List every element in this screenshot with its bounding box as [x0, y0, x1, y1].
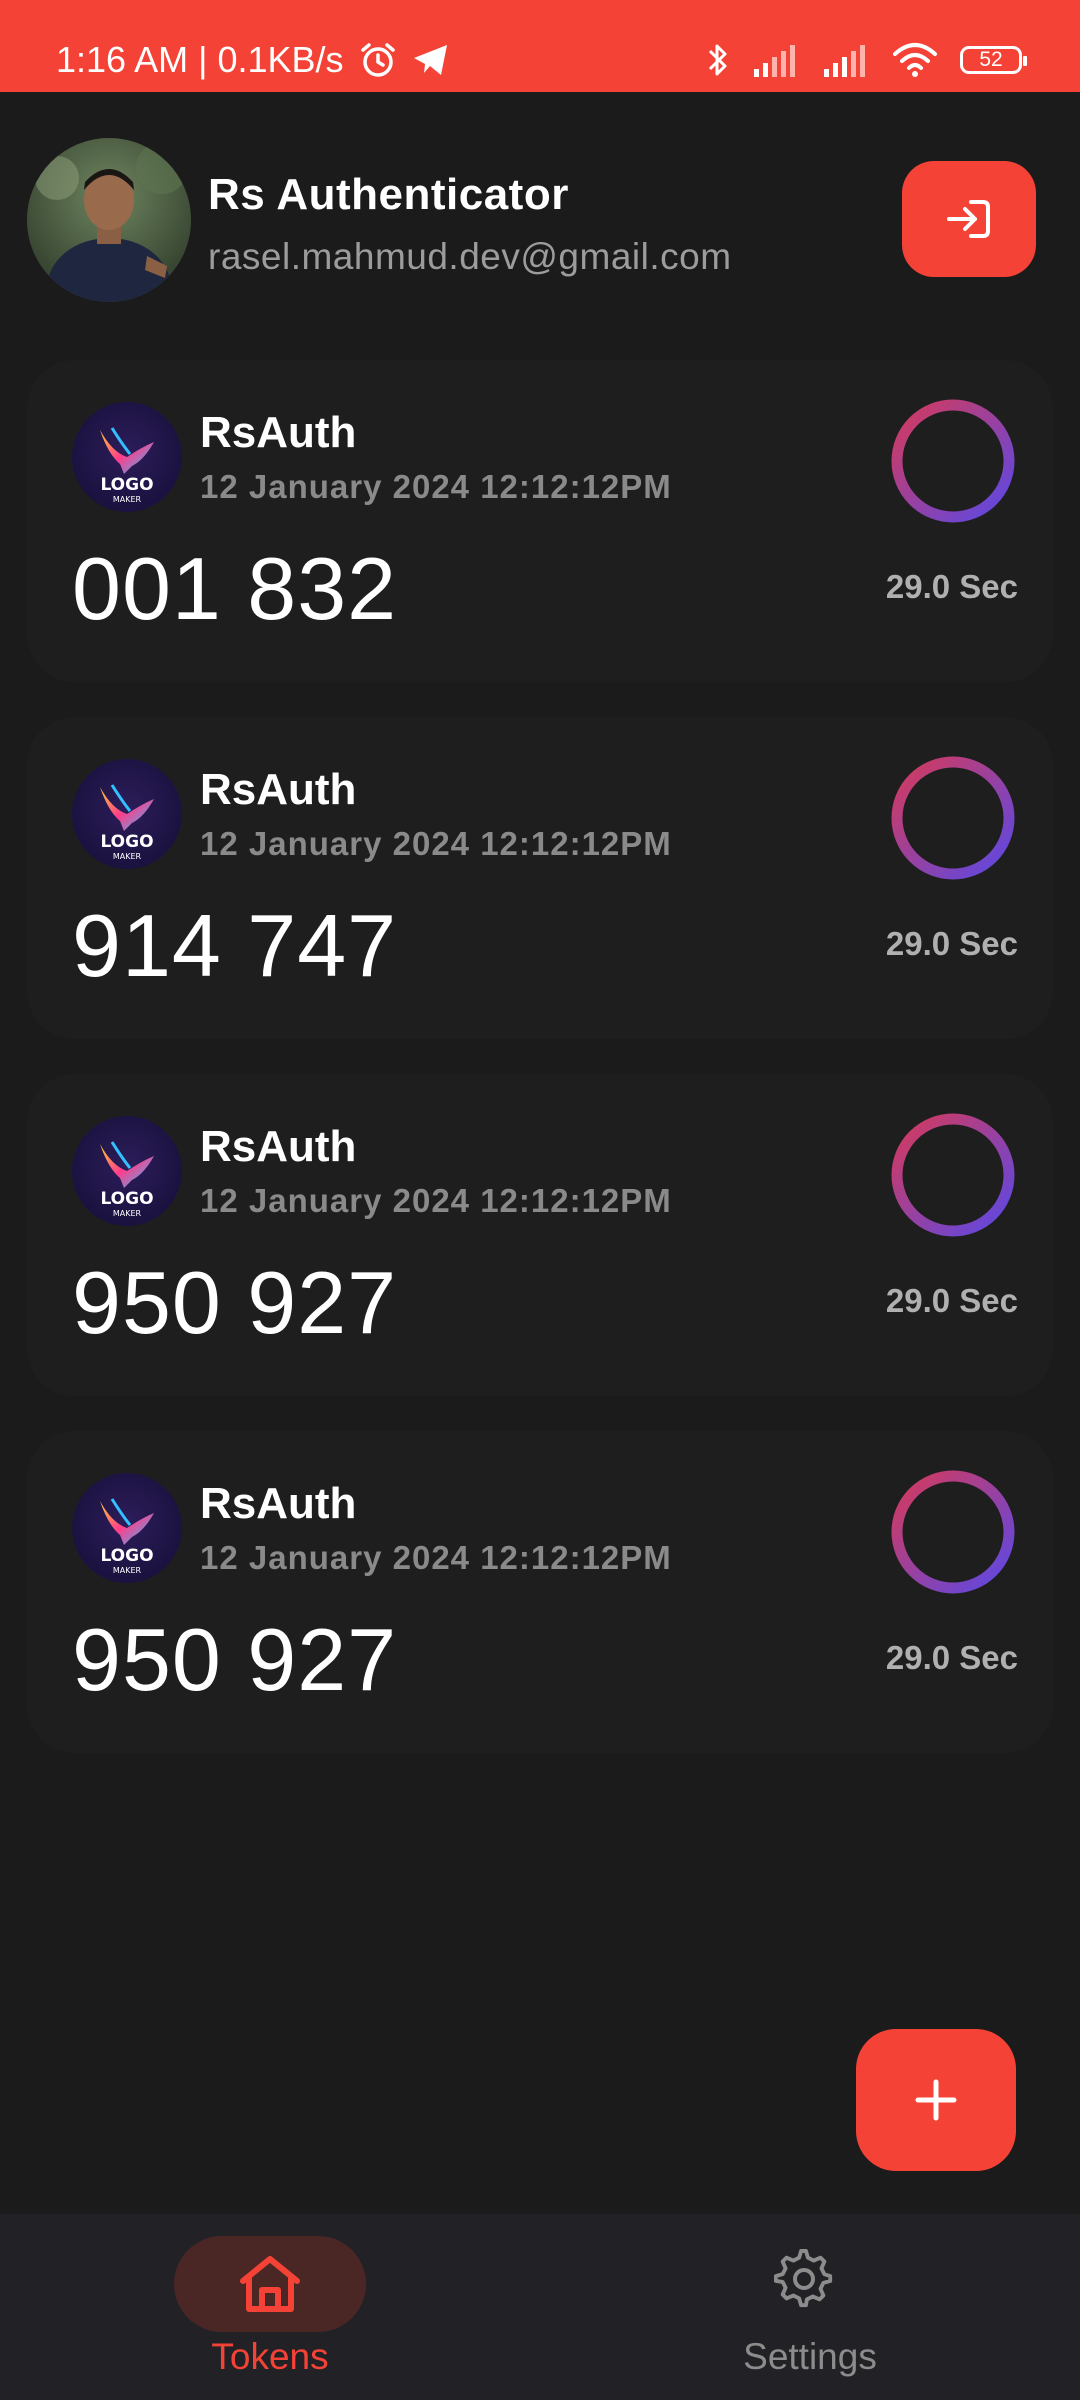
- add-token-button[interactable]: [856, 2029, 1016, 2171]
- bird-logo-icon: LOGO MAKER: [100, 427, 154, 504]
- nav-settings-label: Settings: [743, 2336, 877, 2377]
- timer-text: 29.0 Sec: [885, 568, 1018, 605]
- token-code[interactable]: 950 927: [72, 1609, 397, 1711]
- login-arrow-icon: [947, 200, 990, 238]
- token-card[interactable]: LOGO MAKER RsAuth 12 January 2024 12:12:…: [27, 717, 1053, 1039]
- svg-text:LOGO: LOGO: [100, 1546, 153, 1566]
- status-time: 1:16 AM | 0.1KB/s: [56, 39, 344, 80]
- svg-text:MAKER: MAKER: [113, 1566, 142, 1575]
- timer-text: 29.0 Sec: [885, 1639, 1018, 1676]
- gear-icon: [774, 2249, 833, 2308]
- home-icon: [240, 2256, 300, 2312]
- nav-tokens[interactable]: Tokens: [0, 2214, 540, 2400]
- svg-text:LOGO: LOGO: [100, 832, 153, 852]
- token-logo: LOGO MAKER: [72, 402, 182, 512]
- signal-icon-2: [824, 45, 865, 77]
- token-date: 12 January 2024 12:12:12PM: [200, 468, 672, 505]
- svg-text:MAKER: MAKER: [113, 852, 142, 861]
- profile-header: Rs Authenticator rasel.mahmud.dev@gmail.…: [0, 92, 1080, 352]
- bluetooth-icon: [708, 44, 727, 76]
- plus-icon: [915, 2079, 957, 2121]
- signal-icon: [754, 45, 795, 77]
- token-code[interactable]: 914 747: [72, 895, 397, 997]
- battery-indicator: 52: [960, 46, 1027, 74]
- token-code[interactable]: 001 832: [72, 538, 397, 640]
- nav-tokens-label: Tokens: [211, 2336, 329, 2377]
- timer-ring: [891, 1470, 1015, 1594]
- timer-ring: [891, 756, 1015, 880]
- token-card[interactable]: LOGO MAKER RsAuth 12 January 2024 12:12:…: [27, 360, 1053, 682]
- token-date: 12 January 2024 12:12:12PM: [200, 1539, 672, 1576]
- avatar-photo: [27, 138, 191, 302]
- bird-logo-icon: LOGO MAKER: [100, 1141, 154, 1218]
- svg-text:LOGO: LOGO: [100, 1189, 153, 1209]
- token-card[interactable]: LOGO MAKER RsAuth 12 January 2024 12:12:…: [27, 1074, 1053, 1396]
- svg-text:MAKER: MAKER: [113, 495, 142, 504]
- battery-level: 52: [979, 48, 1003, 71]
- avatar[interactable]: [27, 138, 191, 302]
- timer-text: 29.0 Sec: [885, 925, 1018, 962]
- timer-text: 29.0 Sec: [885, 1282, 1018, 1319]
- timer-ring: [891, 399, 1015, 523]
- login-button[interactable]: [902, 161, 1036, 277]
- timer-ring: [891, 1113, 1015, 1237]
- app-title: Rs Authenticator: [208, 170, 569, 219]
- token-issuer: RsAuth: [200, 1479, 357, 1528]
- token-logo: LOGO MAKER: [72, 759, 182, 869]
- token-code[interactable]: 950 927: [72, 1252, 397, 1354]
- token-issuer: RsAuth: [200, 408, 357, 457]
- bird-logo-icon: LOGO MAKER: [100, 784, 154, 861]
- svg-text:LOGO: LOGO: [100, 475, 153, 495]
- telegram-icon: [413, 45, 447, 75]
- status-bar: 1:16 AM | 0.1KB/s 52: [0, 0, 1080, 92]
- svg-text:MAKER: MAKER: [113, 1209, 142, 1218]
- token-issuer: RsAuth: [200, 1122, 357, 1171]
- token-date: 12 January 2024 12:12:12PM: [200, 825, 672, 862]
- alarm-icon: [360, 43, 395, 77]
- bottom-navigation: Tokens Settings: [0, 2214, 1080, 2400]
- token-logo: LOGO MAKER: [72, 1473, 182, 1583]
- token-card[interactable]: LOGO MAKER RsAuth 12 January 2024 12:12:…: [27, 1431, 1053, 1753]
- wifi-icon: [893, 43, 937, 77]
- token-date: 12 January 2024 12:12:12PM: [200, 1182, 672, 1219]
- token-issuer: RsAuth: [200, 765, 357, 814]
- user-email: rasel.mahmud.dev@gmail.com: [208, 236, 732, 277]
- nav-settings[interactable]: Settings: [540, 2214, 1080, 2400]
- bird-logo-icon: LOGO MAKER: [100, 1498, 154, 1575]
- token-logo: LOGO MAKER: [72, 1116, 182, 1226]
